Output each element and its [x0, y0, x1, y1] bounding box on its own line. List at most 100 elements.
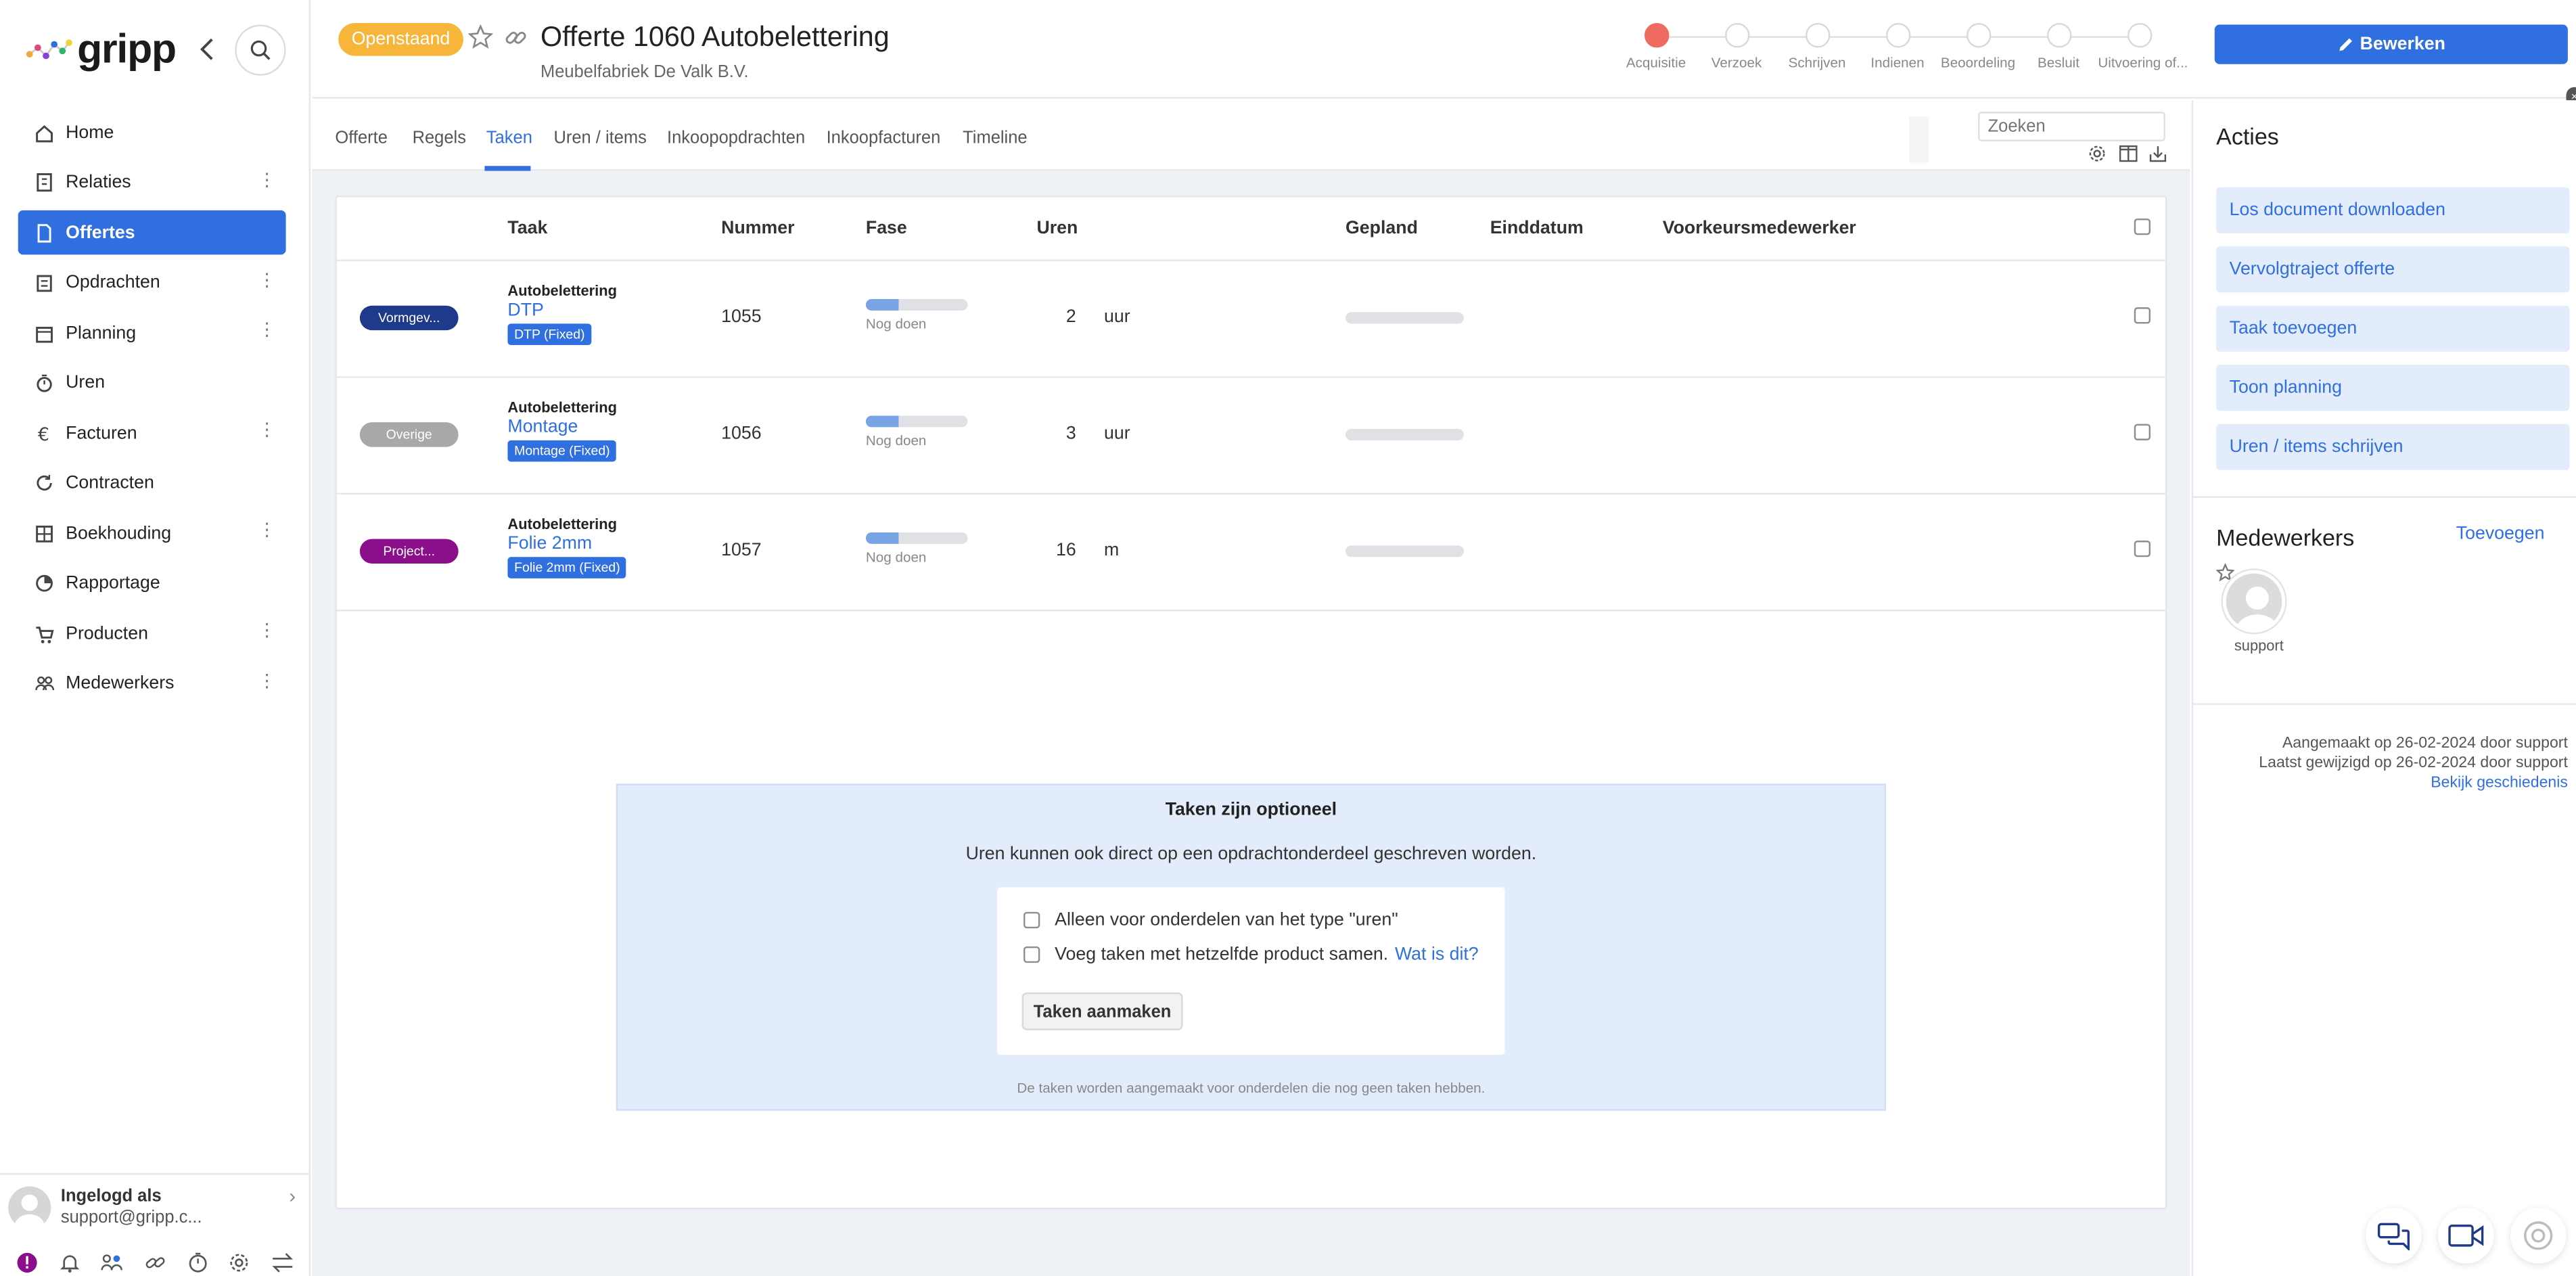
- team-icon[interactable]: [101, 1252, 124, 1274]
- nav-item-boekhouding[interactable]: Boekhouding ⋮: [18, 511, 286, 555]
- nav-item-producten[interactable]: Producten ⋮: [18, 611, 286, 656]
- option-merge-tasks[interactable]: Voeg taken met hetzelfde product samen. …: [1024, 944, 1479, 965]
- column-header-gepland[interactable]: Gepland: [1346, 219, 1418, 238]
- phase-step-label: Indienen: [1870, 54, 1925, 71]
- phase-fill: [865, 532, 900, 544]
- phase-step[interactable]: Besluit: [2017, 23, 2099, 70]
- task-link[interactable]: Folie 2mm: [507, 534, 592, 553]
- nav-item-label: Planning: [66, 323, 137, 343]
- search-input[interactable]: [1978, 112, 2165, 141]
- nav-item-uren[interactable]: Uren: [18, 361, 286, 405]
- tab-inkoopopdrachten[interactable]: Inkoopopdrachten: [667, 128, 805, 147]
- avatar[interactable]: [2222, 570, 2286, 633]
- column-header-nummer[interactable]: Nummer: [721, 219, 794, 238]
- nav-item-rapportage[interactable]: Rapportage: [18, 561, 286, 606]
- option-merge-tasks-checkbox[interactable]: [1024, 946, 1040, 963]
- select-all-checkbox[interactable]: [2134, 219, 2151, 235]
- more-vertical-icon[interactable]: ⋮: [258, 672, 276, 691]
- phase-label: Nog doen: [865, 315, 927, 332]
- nav-item-medewerkers[interactable]: Medewerkers ⋮: [18, 662, 286, 706]
- tab-offerte[interactable]: Offerte: [335, 128, 387, 147]
- action-uren-items-schrijven[interactable]: Uren / items schrijven: [2216, 424, 2570, 470]
- columns-icon[interactable]: [2118, 145, 2137, 163]
- nav-item-relaties[interactable]: Relaties ⋮: [18, 160, 286, 205]
- phase-step[interactable]: Indienen: [1856, 23, 1938, 70]
- more-vertical-icon[interactable]: ⋮: [258, 421, 276, 440]
- tab-uren-items[interactable]: Uren / items: [553, 128, 646, 147]
- tab-taken[interactable]: Taken: [486, 128, 532, 147]
- nav-item-label: Contracten: [66, 473, 154, 493]
- timer-icon[interactable]: [187, 1252, 208, 1274]
- switch-icon[interactable]: [271, 1252, 294, 1274]
- help-button[interactable]: [2510, 1208, 2567, 1264]
- action-toon-planning[interactable]: Toon planning: [2216, 365, 2570, 411]
- phase-step[interactable]: Schrijven: [1776, 23, 1858, 70]
- nav-item-home[interactable]: Home: [18, 110, 286, 155]
- nav-item-opdrachten[interactable]: Opdrachten ⋮: [18, 260, 286, 305]
- table-row[interactable]: Project... Autobelettering Folie 2mm Folie …: [336, 495, 2165, 612]
- table-row[interactable]: Vormgev... Autobelettering DTP DTP (Fixed) 1…: [336, 261, 2165, 378]
- row-checkbox[interactable]: [2134, 307, 2151, 324]
- gear-icon[interactable]: [229, 1252, 250, 1274]
- tab-bar: Offerte Regels Taken Uren / items Inkoopopdr…: [312, 100, 2190, 171]
- search-button[interactable]: [235, 24, 286, 76]
- tab-regels[interactable]: Regels: [413, 128, 466, 147]
- tab-inkoopfacturen[interactable]: Inkoopfacturen: [827, 128, 941, 147]
- create-tasks-button[interactable]: Taken aanmaken: [1021, 992, 1183, 1030]
- phase-step[interactable]: Acquisitie: [1615, 23, 1697, 70]
- action-vervolgtraject-offerte[interactable]: Vervolgtraject offerte: [2216, 246, 2570, 293]
- column-header-taak[interactable]: Taak: [507, 219, 547, 238]
- column-header-uren[interactable]: Uren: [1036, 219, 1078, 238]
- planned-bar: [1346, 312, 1464, 324]
- alert-user-icon[interactable]: [17, 1252, 39, 1274]
- export-icon[interactable]: [2149, 145, 2167, 163]
- settings-icon[interactable]: [2088, 145, 2107, 163]
- table-row[interactable]: Overige Autobelettering Montage Montage (Fi…: [336, 378, 2165, 495]
- phase-step-label: Schrijven: [1788, 54, 1846, 71]
- help-link[interactable]: Wat is dit?: [1395, 944, 1479, 964]
- phase-step[interactable]: Uitvoering of...: [2098, 23, 2188, 70]
- more-vertical-icon[interactable]: ⋮: [258, 321, 276, 340]
- more-vertical-icon[interactable]: ⋮: [258, 171, 276, 190]
- link-icon[interactable]: [145, 1252, 166, 1274]
- row-checkbox[interactable]: [2134, 424, 2151, 440]
- bell-icon[interactable]: [59, 1252, 80, 1274]
- column-header-fase[interactable]: Fase: [866, 219, 907, 238]
- nav-item-facturen[interactable]: € Facturen ⋮: [18, 411, 286, 455]
- tab-timeline[interactable]: Timeline: [963, 128, 1027, 147]
- column-header-einddatum[interactable]: Einddatum: [1490, 219, 1584, 238]
- phase-step[interactable]: Beoordeling: [1937, 23, 2019, 70]
- action-taak-toevoegen[interactable]: Taak toevoegen: [2216, 305, 2570, 352]
- category-badge: Vormgev...: [359, 305, 459, 331]
- option-hours-only-checkbox[interactable]: [1024, 911, 1040, 929]
- user-menu[interactable]: Ingelogd als support@gripp.c... ›: [0, 1173, 311, 1239]
- action-los-document-downloaden[interactable]: Los document downloaden: [2216, 187, 2570, 233]
- collapse-sidebar-button[interactable]: [194, 33, 221, 66]
- more-vertical-icon[interactable]: ⋮: [258, 622, 276, 641]
- link-icon[interactable]: [505, 26, 528, 49]
- row-checkbox[interactable]: [2134, 541, 2151, 557]
- nav-item-planning[interactable]: Planning ⋮: [18, 311, 286, 355]
- add-member-link[interactable]: Toevoegen: [2456, 524, 2545, 544]
- option-hours-only[interactable]: Alleen voor onderdelen van het type "ure…: [1024, 910, 1398, 930]
- phase-step[interactable]: Verzoek: [1695, 23, 1777, 70]
- nav-item-offertes[interactable]: Offertes: [18, 210, 286, 255]
- chat-button[interactable]: [2366, 1208, 2422, 1264]
- video-button[interactable]: [2438, 1208, 2494, 1264]
- task-link[interactable]: Montage: [507, 417, 578, 437]
- history-link[interactable]: Bekijk geschiedenis: [2431, 774, 2568, 792]
- logo[interactable]: gripp: [26, 26, 177, 72]
- task-number: 1056: [721, 424, 762, 444]
- more-vertical-icon[interactable]: ⋮: [258, 522, 276, 541]
- nav-item-contracten[interactable]: Contracten: [18, 461, 286, 505]
- phase-step-dot: [1804, 23, 1830, 48]
- star-icon[interactable]: [468, 24, 493, 49]
- phase-step-dot: [1724, 23, 1749, 48]
- status-badge: Openstaand: [338, 23, 463, 56]
- edit-button[interactable]: Bewerken: [2214, 24, 2568, 64]
- column-header-voorkeursmedewerker[interactable]: Voorkeursmedewerker: [1663, 219, 1856, 238]
- option-hours-only-label: Alleen voor onderdelen van het type "ure…: [1055, 910, 1398, 930]
- task-link[interactable]: DTP: [507, 300, 543, 320]
- more-vertical-icon[interactable]: ⋮: [258, 271, 276, 290]
- nav-item-label: Offertes: [66, 223, 135, 243]
